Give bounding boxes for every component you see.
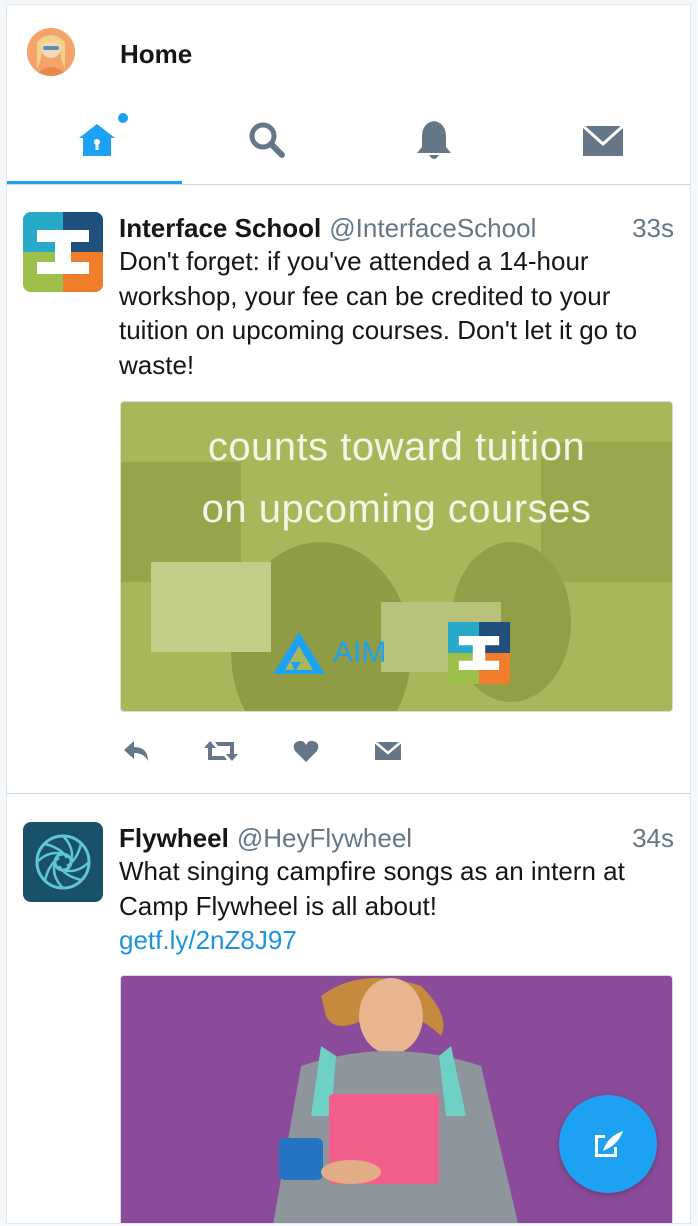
media-caption-line-1: counts toward tuition: [207, 425, 586, 469]
tweet-text-container: What singing campfire songs as an intern…: [119, 854, 667, 958]
tweet-divider: [7, 793, 690, 794]
tweet-text: What singing campfire songs as an intern…: [119, 856, 625, 921]
tweet-author-handle[interactable]: @InterfaceSchool: [329, 213, 536, 244]
aim-logo: AIM: [271, 630, 386, 676]
heart-icon: [293, 740, 319, 762]
tweet-media-image[interactable]: counts toward tuition on upcoming course…: [120, 401, 673, 712]
bell-icon: [417, 121, 451, 159]
tweet-author-name[interactable]: Interface School: [119, 213, 321, 244]
aim-logo-text: AIM: [333, 636, 387, 669]
retweet-icon: [204, 741, 238, 761]
envelope-icon: [581, 124, 625, 156]
like-button[interactable]: [289, 734, 323, 768]
tweet-text: Don't forget: if you've attended a 14-ho…: [119, 246, 638, 380]
tweet-author-name[interactable]: Flywheel: [119, 823, 229, 854]
interface-school-small-logo: [448, 622, 510, 684]
compose-icon: [595, 1131, 623, 1157]
tab-home[interactable]: [12, 97, 182, 183]
home-icon: [79, 124, 115, 156]
reply-icon: [124, 741, 148, 761]
tweet-author-avatar[interactable]: [23, 212, 103, 292]
top-bar: Home: [7, 5, 690, 97]
direct-message-button[interactable]: [371, 734, 405, 768]
page-title: Home: [120, 39, 193, 69]
search-icon: [249, 122, 285, 158]
tab-notifications[interactable]: [349, 97, 519, 183]
new-tweets-dot: [118, 113, 128, 123]
aim-mountain-icon: [273, 632, 325, 674]
tweet-card[interactable]: Interface School @InterfaceSchool 33s Do…: [7, 185, 690, 793]
reply-button[interactable]: [119, 734, 153, 768]
tab-bar: [7, 97, 690, 185]
interface-school-logo: [23, 212, 103, 292]
compose-tweet-button[interactable]: [559, 1095, 657, 1193]
app-frame: Home Interface School @InterfaceSchool 3…: [6, 4, 691, 1224]
tweet-link[interactable]: getf.ly/2nZ8J97: [119, 925, 297, 955]
tweet-timestamp[interactable]: 33s: [632, 213, 674, 244]
tweet-author-handle[interactable]: @HeyFlywheel: [237, 823, 412, 854]
tab-messages[interactable]: [518, 97, 688, 183]
tweet-header: Interface School @InterfaceSchool 33s: [119, 213, 674, 244]
tweet-author-avatar[interactable]: [23, 822, 103, 902]
profile-avatar[interactable]: [27, 28, 75, 76]
tweet-header: Flywheel @HeyFlywheel 34s: [119, 823, 674, 854]
tab-search[interactable]: [182, 97, 352, 183]
envelope-icon: [374, 741, 402, 760]
retweet-button[interactable]: [203, 734, 239, 768]
media-caption-line-2: on upcoming courses: [201, 487, 592, 531]
flywheel-logo: [23, 822, 103, 902]
tweet-timestamp[interactable]: 34s: [632, 823, 674, 854]
active-tab-indicator: [7, 181, 182, 184]
